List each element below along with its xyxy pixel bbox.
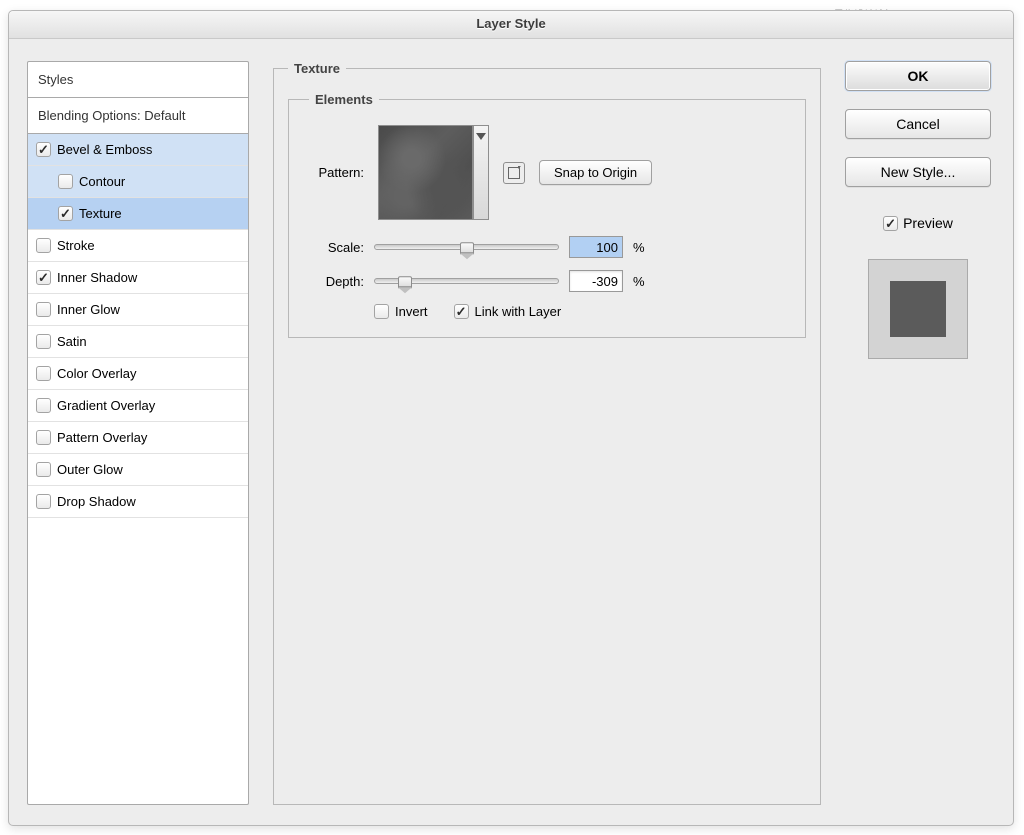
preview-inner bbox=[890, 281, 946, 337]
style-label: Bevel & Emboss bbox=[57, 142, 152, 157]
style-checkbox[interactable] bbox=[36, 334, 51, 349]
link-with-layer-checkbox[interactable] bbox=[454, 304, 469, 319]
ok-button[interactable]: OK bbox=[845, 61, 991, 91]
style-checkbox[interactable] bbox=[36, 462, 51, 477]
style-label: Contour bbox=[79, 174, 125, 189]
depth-unit: % bbox=[633, 274, 645, 289]
create-new-preset-button[interactable] bbox=[503, 162, 525, 184]
style-checkbox[interactable] bbox=[36, 430, 51, 445]
style-checkbox[interactable] bbox=[36, 238, 51, 253]
invert-checkbox[interactable] bbox=[374, 304, 389, 319]
depth-slider[interactable] bbox=[374, 272, 559, 290]
styles-sidebar: Styles Blending Options: Default Bevel &… bbox=[27, 61, 249, 805]
pattern-swatch[interactable] bbox=[378, 125, 473, 220]
style-checkbox[interactable] bbox=[36, 142, 51, 157]
settings-panel: Texture Elements Pattern: Snap to Origin… bbox=[273, 61, 821, 805]
right-button-column: OK Cancel New Style... Preview bbox=[845, 61, 991, 359]
elements-fieldset: Elements Pattern: Snap to Origin Scale: bbox=[288, 92, 806, 338]
style-checkbox[interactable] bbox=[36, 270, 51, 285]
link-text: Link with Layer bbox=[475, 304, 562, 319]
style-label: Gradient Overlay bbox=[57, 398, 155, 413]
pattern-dropdown-icon[interactable] bbox=[473, 125, 489, 220]
preview-label: Preview bbox=[903, 215, 953, 231]
pattern-label: Pattern: bbox=[309, 165, 364, 180]
style-row-bevel-emboss[interactable]: Bevel & Emboss bbox=[28, 134, 248, 166]
dialog-title: Layer Style bbox=[9, 11, 1013, 39]
depth-label: Depth: bbox=[309, 274, 364, 289]
style-row-stroke[interactable]: Stroke bbox=[28, 230, 248, 262]
style-row-contour[interactable]: Contour bbox=[28, 166, 248, 198]
style-row-inner-shadow[interactable]: Inner Shadow bbox=[28, 262, 248, 294]
style-checkbox[interactable] bbox=[58, 174, 73, 189]
new-style-button[interactable]: New Style... bbox=[845, 157, 991, 187]
depth-input[interactable] bbox=[569, 270, 623, 292]
sidebar-header[interactable]: Styles bbox=[28, 62, 248, 98]
preview-checkbox[interactable] bbox=[883, 216, 898, 231]
style-label: Satin bbox=[57, 334, 87, 349]
invert-checkbox-label[interactable]: Invert bbox=[374, 304, 428, 319]
invert-text: Invert bbox=[395, 304, 428, 319]
scale-slider[interactable] bbox=[374, 238, 559, 256]
style-label: Outer Glow bbox=[57, 462, 123, 477]
style-checkbox[interactable] bbox=[36, 366, 51, 381]
style-label: Texture bbox=[79, 206, 122, 221]
style-checkbox[interactable] bbox=[58, 206, 73, 221]
style-row-outer-glow[interactable]: Outer Glow bbox=[28, 454, 248, 486]
style-label: Pattern Overlay bbox=[57, 430, 147, 445]
style-label: Stroke bbox=[57, 238, 95, 253]
panel-legend-texture: Texture bbox=[288, 61, 346, 76]
style-row-drop-shadow[interactable]: Drop Shadow bbox=[28, 486, 248, 518]
layer-style-dialog: Layer Style Styles Blending Options: Def… bbox=[8, 10, 1014, 826]
blending-options-item[interactable]: Blending Options: Default bbox=[28, 98, 248, 134]
style-row-pattern-overlay[interactable]: Pattern Overlay bbox=[28, 422, 248, 454]
elements-legend: Elements bbox=[309, 92, 379, 107]
cancel-button[interactable]: Cancel bbox=[845, 109, 991, 139]
style-row-gradient-overlay[interactable]: Gradient Overlay bbox=[28, 390, 248, 422]
style-label: Color Overlay bbox=[57, 366, 136, 381]
style-checkbox[interactable] bbox=[36, 398, 51, 413]
scale-label: Scale: bbox=[309, 240, 364, 255]
link-with-layer-label[interactable]: Link with Layer bbox=[454, 304, 562, 319]
style-row-inner-glow[interactable]: Inner Glow bbox=[28, 294, 248, 326]
style-label: Inner Shadow bbox=[57, 270, 137, 285]
scale-unit: % bbox=[633, 240, 645, 255]
document-icon bbox=[508, 167, 520, 179]
snap-to-origin-button[interactable]: Snap to Origin bbox=[539, 160, 652, 185]
scale-input[interactable] bbox=[569, 236, 623, 258]
style-checkbox[interactable] bbox=[36, 494, 51, 509]
style-row-texture[interactable]: Texture bbox=[28, 198, 248, 230]
preview-box bbox=[868, 259, 968, 359]
style-label: Drop Shadow bbox=[57, 494, 136, 509]
style-label: Inner Glow bbox=[57, 302, 120, 317]
style-row-color-overlay[interactable]: Color Overlay bbox=[28, 358, 248, 390]
style-checkbox[interactable] bbox=[36, 302, 51, 317]
style-row-satin[interactable]: Satin bbox=[28, 326, 248, 358]
